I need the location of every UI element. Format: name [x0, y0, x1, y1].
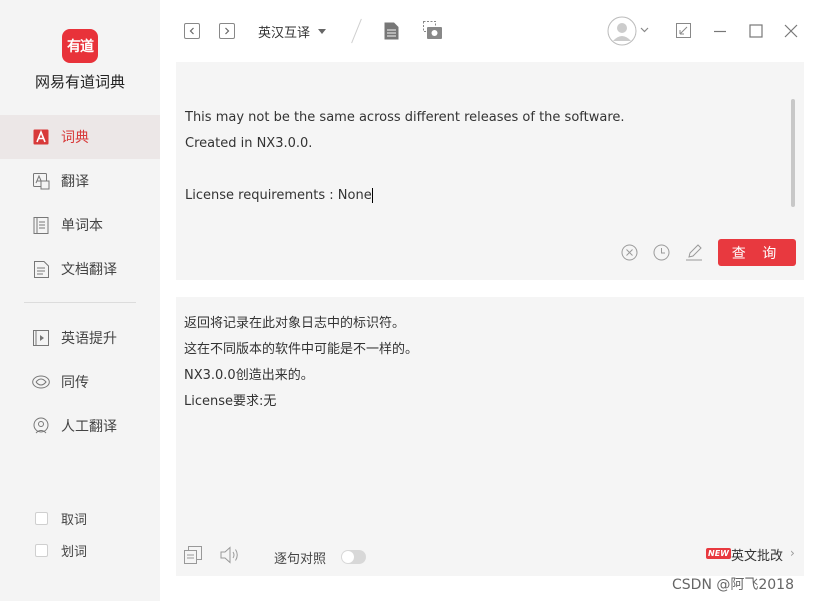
document-button[interactable]	[383, 21, 399, 40]
clear-icon	[621, 244, 638, 261]
sidebar-item-simultaneous[interactable]: 同传	[0, 360, 160, 404]
sidebar-item-wordbook[interactable]: 单词本	[0, 203, 160, 247]
source-line: This may not be the same across differen…	[185, 110, 625, 125]
document-translate-icon	[32, 260, 50, 278]
clear-input-button[interactable]	[621, 244, 638, 261]
select-word-checkbox[interactable]	[35, 544, 48, 557]
sentence-compare-toggle[interactable]	[341, 550, 366, 564]
chevron-left-icon	[189, 27, 194, 35]
chevron-right-icon	[225, 27, 230, 35]
select-word-label: 划词	[61, 545, 88, 560]
close-button[interactable]	[783, 23, 798, 38]
language-select[interactable]: 英汉互译	[258, 22, 327, 41]
capture-word-option[interactable]: 取词	[35, 509, 87, 528]
translate-icon	[32, 172, 50, 190]
document-icon	[384, 22, 398, 39]
simultaneous-icon	[32, 373, 50, 391]
sidebar-item-human-translate[interactable]: 人工翻译	[0, 404, 160, 448]
english-improve-icon	[32, 329, 50, 347]
output-panel: 返回将记录在此对象日志中的标识符。 这在不同版本的软件中可能是不一样的。 NX3…	[176, 297, 804, 576]
app-logo: 有道	[62, 29, 98, 63]
select-word-option[interactable]: 划词	[35, 541, 87, 560]
shrink-icon	[676, 23, 691, 38]
result-line: NX3.0.0创造出来的。	[184, 368, 314, 383]
chevron-right-icon: ›	[790, 546, 795, 560]
avatar-icon	[607, 16, 637, 46]
speaker-icon	[220, 546, 238, 564]
history-button[interactable]	[653, 244, 670, 261]
source-line	[185, 157, 785, 183]
handwrite-button[interactable]	[685, 243, 703, 261]
copy-button[interactable]	[184, 546, 202, 564]
watermark: CSDN @阿飞2018	[672, 577, 794, 593]
language-select-value: 英汉互译	[258, 26, 311, 41]
sidebar-item-document-translate[interactable]: 文档翻译	[0, 247, 160, 291]
essay-correction-link[interactable]: 英文批改	[731, 545, 783, 564]
result-line: 返回将记录在此对象日志中的标识符。	[184, 316, 406, 331]
source-line: License requirements : None	[185, 188, 372, 203]
sidebar-item-label: 词典	[61, 130, 89, 146]
forward-button[interactable]	[219, 23, 235, 39]
chevron-down-icon	[640, 27, 648, 33]
toggle-knob	[342, 551, 354, 563]
translation-result: 返回将记录在此对象日志中的标识符。 这在不同版本的软件中可能是不一样的。 NX3…	[184, 311, 418, 415]
sidebar-item-label: 翻译	[61, 174, 89, 190]
dictionary-icon	[32, 128, 50, 146]
minimize-icon	[713, 30, 726, 32]
copy-icon	[184, 546, 202, 564]
human-translate-icon	[32, 417, 50, 435]
app-name: 网易有道词典	[34, 73, 125, 91]
input-panel[interactable]: This may not be the same across differen…	[176, 62, 804, 280]
source-line-with-caret: License requirements : None	[185, 183, 785, 209]
sidebar-item-label: 文档翻译	[61, 262, 117, 278]
chevron-down-icon	[318, 29, 327, 34]
close-icon	[784, 24, 797, 37]
input-scrollbar[interactable]	[791, 99, 795, 207]
sidebar: 有道 网易有道词典 词典 翻译 单词本 文档翻译 英语提升 同传 人工翻译 取词…	[0, 0, 160, 601]
screenshot-icon	[423, 21, 442, 39]
pen-icon	[686, 244, 702, 261]
maximize-icon	[748, 23, 763, 38]
sidebar-item-translate[interactable]: 翻译	[0, 159, 160, 203]
capture-word-checkbox[interactable]	[35, 512, 48, 525]
source-line: Created in NX3.0.0.	[185, 136, 313, 151]
query-button[interactable]: 查 询	[718, 239, 796, 266]
sentence-compare-label: 逐句对照	[274, 552, 327, 567]
account-menu-button[interactable]	[639, 26, 649, 34]
clock-icon	[653, 244, 670, 261]
result-line: License要求:无	[184, 394, 277, 409]
sidebar-item-label: 同传	[61, 375, 89, 391]
new-badge: NEW	[706, 548, 731, 559]
screenshot-button[interactable]	[423, 21, 443, 40]
wordbook-icon	[32, 216, 50, 234]
back-button[interactable]	[184, 23, 200, 39]
minimize-button[interactable]	[712, 23, 727, 38]
toolbar-separator	[351, 18, 362, 44]
sidebar-divider	[24, 302, 136, 303]
mini-mode-button[interactable]	[676, 23, 691, 38]
sidebar-item-label: 人工翻译	[61, 419, 117, 435]
sidebar-item-label: 单词本	[61, 218, 103, 234]
speak-button[interactable]	[220, 546, 240, 564]
sidebar-item-dictionary[interactable]: 词典	[0, 115, 160, 159]
source-text-input[interactable]: This may not be the same across differen…	[185, 105, 785, 209]
text-caret	[371, 188, 373, 203]
result-line: 这在不同版本的软件中可能是不一样的。	[184, 342, 419, 357]
user-avatar[interactable]	[607, 16, 637, 46]
capture-word-label: 取词	[61, 513, 88, 528]
maximize-button[interactable]	[748, 23, 763, 38]
sidebar-item-english-improve[interactable]: 英语提升	[0, 316, 160, 360]
sidebar-item-label: 英语提升	[61, 331, 117, 347]
